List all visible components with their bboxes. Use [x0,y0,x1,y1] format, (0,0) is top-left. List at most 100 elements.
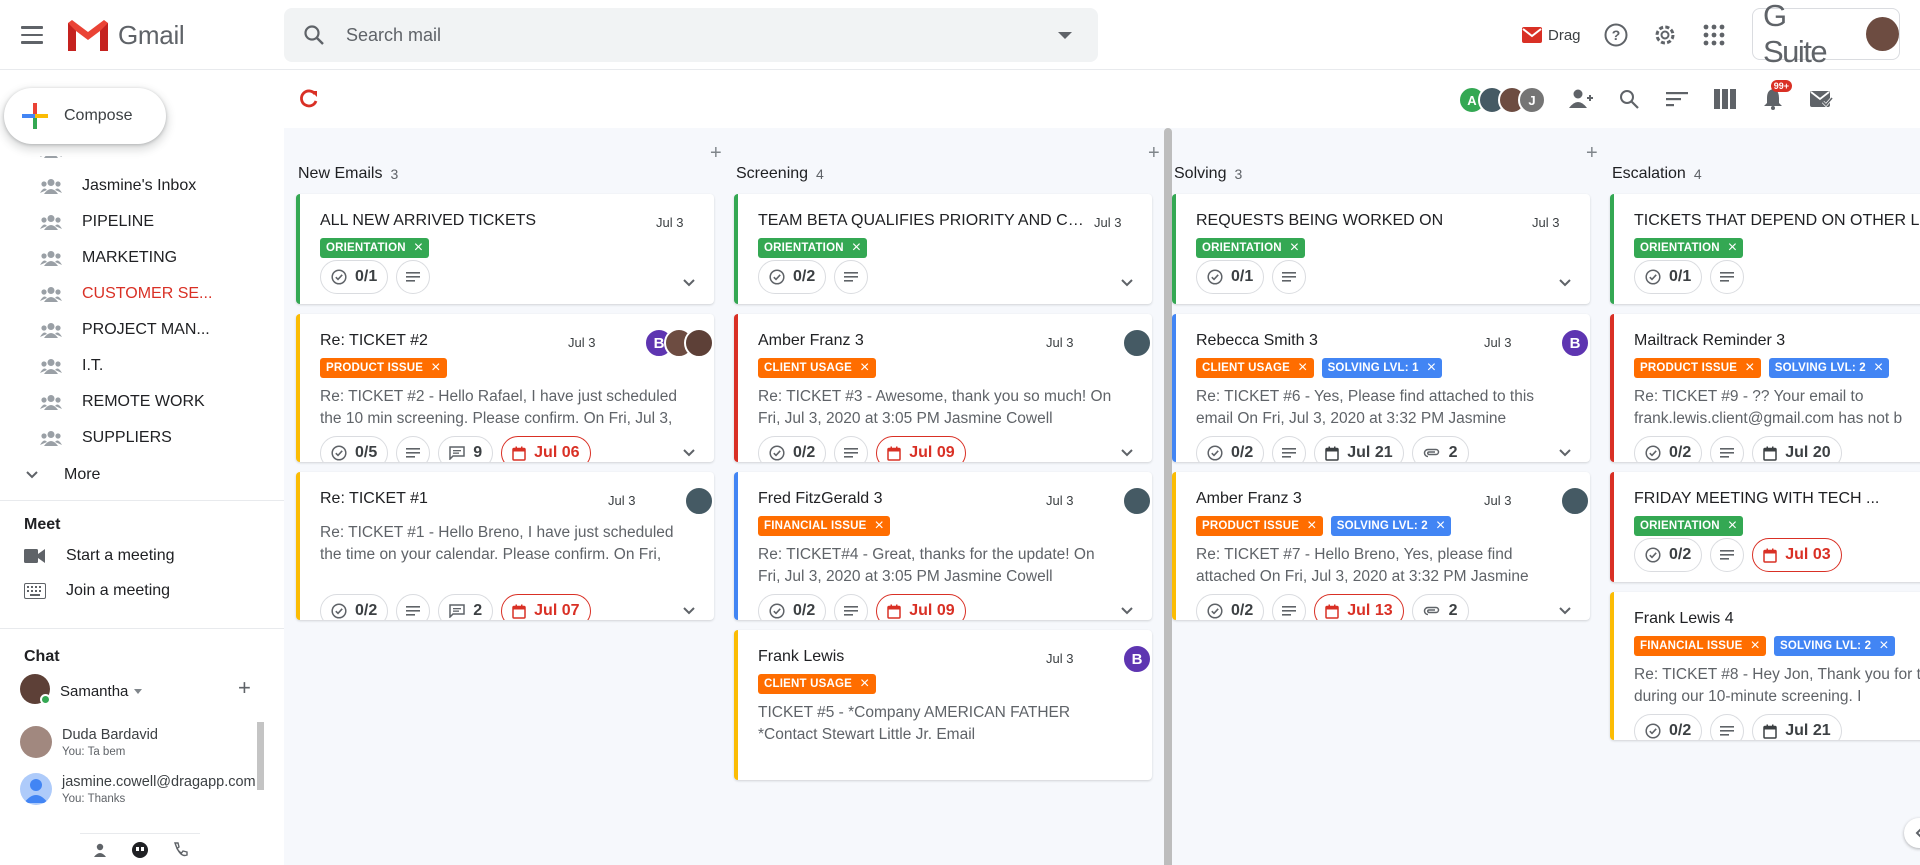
subtasks-badge[interactable]: 0/2 [758,436,827,462]
collapse-panel-button[interactable] [1904,818,1920,848]
shared-users-avatars[interactable]: A J [1458,86,1546,114]
column-scrollbar[interactable] [1164,128,1172,865]
sidebar-label-item[interactable]: Jasmine's Inbox [0,168,284,204]
remove-label-icon[interactable]: × [860,360,870,376]
due-date-badge[interactable]: Jul 06 [501,436,591,462]
remove-label-icon[interactable]: × [1745,360,1755,376]
notes-badge[interactable] [834,260,869,294]
notes-badge[interactable] [1272,594,1307,620]
label-chip[interactable]: ORIENTATION × [1634,516,1744,536]
notes-badge[interactable] [1710,714,1745,740]
hangouts-tab-icon[interactable] [131,841,149,859]
label-chip[interactable]: FINANCIAL ISSUE × [1634,636,1767,656]
chat-scrollbar[interactable] [257,722,264,790]
expand-card-chevron-icon[interactable] [682,446,696,460]
remove-label-icon[interactable]: × [1874,360,1884,376]
remove-label-icon[interactable]: × [1750,638,1760,654]
remove-label-icon[interactable]: × [1290,240,1300,256]
remove-label-icon[interactable]: × [431,360,441,376]
refresh-icon[interactable] [298,88,320,110]
label-chip[interactable]: PRODUCT ISSUE × [1196,516,1323,536]
chat-entry[interactable]: Duda Bardavid You: Ta bem [20,726,158,758]
remove-label-icon[interactable]: × [860,676,870,692]
board-search-icon[interactable] [1614,84,1644,114]
search-options-icon[interactable] [1058,31,1072,39]
sidebar-label-item[interactable]: I.T. [0,348,284,384]
expand-card-chevron-icon[interactable] [1120,276,1134,290]
label-chip[interactable]: FINANCIAL ISSUE × [758,516,891,536]
chat-current-user[interactable]: Samantha [20,674,143,708]
drag-button[interactable]: Drag [1522,0,1581,70]
notes-badge[interactable] [396,436,431,462]
email-card[interactable]: Mailtrack Reminder 3 PRODUCT ISSUE × SOLVIN… [1610,314,1920,462]
notes-badge[interactable] [1710,436,1745,462]
subtasks-badge[interactable]: 0/5 [320,436,389,462]
notes-badge[interactable] [834,436,869,462]
remove-label-icon[interactable]: × [874,518,884,534]
due-date-badge[interactable]: Jul 20 [1752,436,1842,462]
search-icon[interactable] [302,23,326,47]
new-chat-plus-icon[interactable]: + [238,677,251,699]
expand-card-chevron-icon[interactable] [1120,604,1134,618]
comments-badge[interactable]: 2 [438,594,494,620]
expand-card-chevron-icon[interactable] [1558,446,1572,460]
join-meeting-button[interactable]: Join a meeting [24,582,170,600]
label-chip[interactable]: CLIENT USAGE × [758,674,876,694]
remove-label-icon[interactable]: × [1728,240,1738,256]
remove-label-icon[interactable]: × [1728,518,1738,534]
help-icon[interactable]: ? [1603,0,1629,70]
remove-label-icon[interactable]: × [852,240,862,256]
remove-label-icon[interactable]: × [1307,518,1317,534]
subtasks-badge[interactable]: 0/2 [758,594,827,620]
notes-badge[interactable] [1272,260,1307,294]
label-chip[interactable]: PRODUCT ISSUE × [320,358,447,378]
email-card[interactable]: Frank Lewis Jul 3 B CLIENT USAGE × TICKET #5 … [734,630,1152,780]
card-assignees[interactable] [1560,486,1590,516]
column-header[interactable]: Escalation 4 [1610,154,1920,194]
column-header[interactable]: New Emails 3 [296,154,720,194]
label-chip[interactable]: ORIENTATION × [1634,238,1744,258]
column-header[interactable]: Solving 3 [1172,154,1596,194]
expand-card-chevron-icon[interactable] [1120,446,1134,460]
email-card[interactable]: Amber Franz 3 Jul 3 CLIENT USAGE × Re: TICKE… [734,314,1152,462]
subtasks-badge[interactable]: 0/1 [1196,260,1265,294]
board-view-icon[interactable] [1710,84,1740,114]
subtasks-badge[interactable]: 0/1 [320,260,389,294]
sidebar-label-item[interactable]: SUPPLIERS [0,420,284,456]
sort-icon[interactable] [1662,84,1692,114]
start-meeting-button[interactable]: Start a meeting [24,547,175,565]
expand-card-chevron-icon[interactable] [682,276,696,290]
add-column-plus-icon[interactable]: + [1148,142,1160,165]
card-assignees[interactable]: B [1122,644,1152,674]
label-chip[interactable]: SOLVING LVL: 2 × [1330,516,1452,536]
subtasks-badge[interactable]: 0/2 [320,594,389,620]
compose-button[interactable]: Compose [4,88,166,144]
remove-label-icon[interactable]: × [1427,360,1437,376]
phone-tab-icon[interactable] [172,841,189,858]
comments-badge[interactable]: 9 [438,436,494,462]
due-date-badge[interactable]: Jul 07 [501,594,591,620]
status-dropdown-icon[interactable] [134,688,143,694]
email-card[interactable]: TEAM BETA QUALIFIES PRIORITY AND CHA... J… [734,194,1152,304]
expand-card-chevron-icon[interactable] [682,604,696,618]
search-input[interactable]: Search mail [346,25,1058,46]
due-date-badge[interactable]: Jul 09 [876,436,966,462]
notifications-bell-icon[interactable]: 99+ [1758,80,1792,114]
email-card[interactable]: TICKETS THAT DEPEND ON OTHER LEV ORIENTAT… [1610,194,1920,304]
account-avatar[interactable] [1866,17,1899,51]
sidebar-label-item[interactable]: PROJECT MAN... [0,312,284,348]
label-chip[interactable]: ORIENTATION × [320,238,430,258]
sidebar-label-item[interactable]: PIPELINE [0,204,284,240]
due-date-badge[interactable]: Jul 09 [876,594,966,620]
apps-grid-icon[interactable] [1703,0,1725,70]
subtasks-badge[interactable]: 0/2 [1634,436,1703,462]
due-date-badge[interactable]: Jul 21 [1314,436,1404,462]
card-assignees[interactable] [1122,486,1152,516]
sidebar-label-item[interactable]: CUSTOMER SE... [0,276,284,312]
email-card[interactable]: Rebecca Smith 3 Jul 3 B CLIENT USAGE × SOLVIN… [1172,314,1590,462]
subtasks-badge[interactable]: 0/2 [1196,436,1265,462]
email-card[interactable]: FRIDAY MEETING WITH TECH ...Jul 3ORIENTA… [1610,472,1920,582]
label-chip[interactable]: SOLVING LVL: 1 × [1321,358,1443,378]
notes-badge[interactable] [834,594,869,620]
email-card[interactable]: Re: TICKET #2 Jul 3 B PRODUCT ISSUE × Re: TIC… [296,314,714,462]
